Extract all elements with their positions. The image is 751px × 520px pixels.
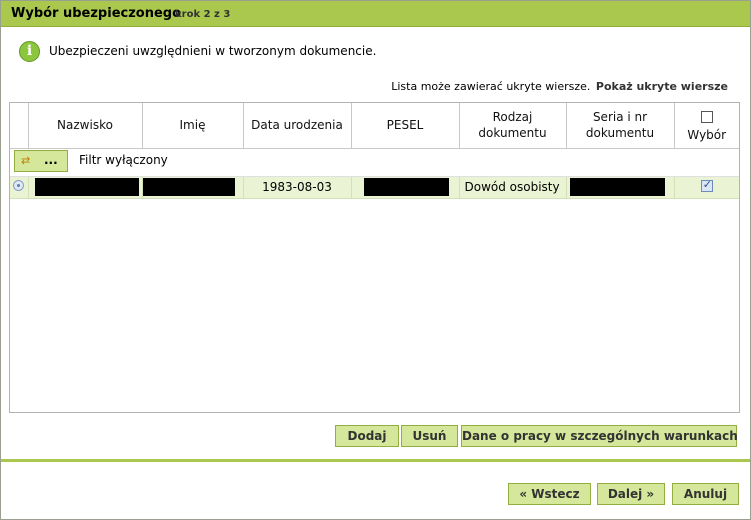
hidden-rows-notice: Lista może zawierać ukryte wiersze. Poka… bbox=[391, 80, 728, 93]
cell-pesel bbox=[351, 176, 460, 199]
show-hidden-rows-link[interactable]: Pokaż ukryte wiersze bbox=[596, 80, 728, 93]
header-first-name[interactable]: Imię bbox=[142, 103, 244, 149]
title-bar: Wybór ubezpieczonego krok 2 z 3 bbox=[1, 1, 750, 27]
header-select: Wybór bbox=[674, 103, 739, 149]
add-button[interactable]: Dodaj bbox=[335, 425, 399, 447]
cancel-button[interactable]: Anuluj bbox=[672, 483, 739, 505]
header-document-type[interactable]: Rodzaj dokumentu bbox=[459, 103, 567, 149]
cell-document-number bbox=[566, 176, 675, 199]
row-radio-cell bbox=[10, 176, 29, 199]
cell-surname bbox=[28, 176, 143, 199]
info-text: Ubezpieczeni uwzględnieni w tworzonym do… bbox=[49, 44, 377, 58]
footer-separator bbox=[1, 459, 750, 462]
cell-birth-date: 1983-08-03 bbox=[243, 176, 352, 199]
redacted-document-number bbox=[569, 178, 665, 196]
cell-select bbox=[674, 176, 739, 199]
header-birth-date[interactable]: Data urodzenia bbox=[243, 103, 352, 149]
table-header-row: Nazwisko Imię Data urodzenia PESEL Rodza… bbox=[10, 103, 739, 149]
redacted-first-name bbox=[142, 178, 235, 196]
wizard-window: Wybór ubezpieczonego krok 2 z 3 i Ubezpi… bbox=[0, 0, 751, 520]
insured-grid: Nazwisko Imię Data urodzenia PESEL Rodza… bbox=[9, 102, 740, 413]
table-row[interactable]: 1983-08-03 Dowód osobisty bbox=[10, 176, 739, 199]
row-radio[interactable] bbox=[13, 180, 24, 191]
insured-table: Nazwisko Imię Data urodzenia PESEL Rodza… bbox=[10, 103, 739, 199]
remove-button[interactable]: Usuń bbox=[401, 425, 458, 447]
info-icon: i bbox=[19, 41, 40, 62]
header-document-number[interactable]: Seria i nr dokumentu bbox=[566, 103, 675, 149]
filter-button[interactable]: ⇄ ... bbox=[14, 150, 68, 172]
next-button[interactable]: Dalej » bbox=[597, 483, 665, 505]
cell-document-type: Dowód osobisty bbox=[459, 176, 567, 199]
cell-first-name bbox=[142, 176, 244, 199]
filter-status: Filtr wyłączony bbox=[79, 153, 168, 167]
header-pesel[interactable]: PESEL bbox=[351, 103, 460, 149]
header-radio-column bbox=[10, 103, 29, 149]
filter-arrows-icon: ⇄ bbox=[21, 154, 31, 167]
header-surname[interactable]: Nazwisko bbox=[28, 103, 143, 149]
page-title: Wybór ubezpieczonego bbox=[11, 6, 182, 21]
step-indicator: krok 2 z 3 bbox=[175, 9, 231, 20]
redacted-surname bbox=[34, 178, 139, 196]
back-button[interactable]: « Wstecz bbox=[508, 483, 591, 505]
select-all-checkbox[interactable] bbox=[700, 111, 713, 124]
hidden-rows-text: Lista może zawierać ukryte wiersze. bbox=[391, 80, 591, 93]
special-conditions-button[interactable]: Dane o pracy w szczególnych warunkach bbox=[461, 425, 738, 447]
row-select-checkbox[interactable] bbox=[700, 178, 713, 192]
header-select-label: Wybór bbox=[687, 128, 727, 143]
redacted-pesel bbox=[363, 178, 449, 196]
filter-button-label: ... bbox=[44, 153, 58, 167]
